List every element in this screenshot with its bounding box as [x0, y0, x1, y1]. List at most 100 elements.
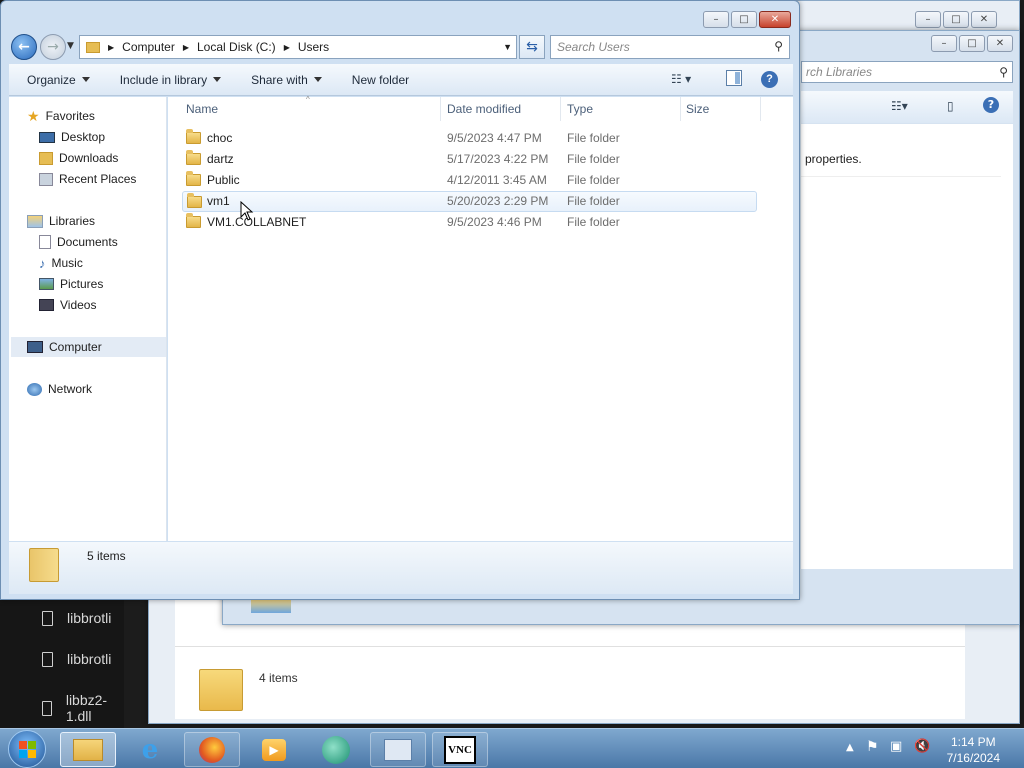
address-dropdown-icon[interactable]: ▼ — [503, 42, 512, 52]
nav-computer[interactable]: Computer — [11, 337, 166, 357]
column-header-name[interactable]: Name — [186, 102, 218, 116]
back-button[interactable]: ← — [11, 34, 37, 60]
table-row[interactable]: Public 4/12/2011 3:45 AM File folder — [182, 170, 757, 191]
media-player-icon: ▶ — [262, 738, 286, 761]
maximize-button[interactable]: □ — [943, 11, 969, 28]
column-header-size[interactable]: Size — [686, 102, 709, 116]
taskbar-ie[interactable]: e — [122, 732, 178, 767]
minimize-button[interactable]: – — [931, 35, 957, 52]
help-icon[interactable]: ? — [983, 97, 999, 113]
table-row-hover[interactable]: vm1 5/20/2023 2:29 PM File folder — [182, 191, 757, 212]
nav-downloads[interactable]: Downloads — [39, 148, 118, 168]
nav-music[interactable]: ♪ Music — [39, 253, 83, 273]
mouse-cursor-icon — [240, 201, 254, 221]
help-icon[interactable]: ? — [761, 71, 778, 88]
navigation-pane: ★ Favorites Desktop Downloads Recent Plac… — [9, 97, 167, 541]
list-item[interactable]: libbrotli — [42, 651, 111, 667]
command-bar: Organize Include in library Share with N… — [9, 64, 793, 96]
list-item[interactable]: libbrotli — [42, 610, 111, 626]
column-divider[interactable] — [760, 97, 761, 121]
sort-indicator-icon: ^ — [306, 95, 310, 104]
recent-places-icon — [39, 172, 53, 186]
search-input[interactable]: rch Libraries ⚲ — [801, 61, 1013, 83]
address-bar[interactable]: ▶ Computer ▶ Local Disk (C:) ▶ Users ▼ — [79, 35, 517, 59]
breadcrumb-computer[interactable]: Computer — [122, 40, 175, 54]
folder-icon — [186, 129, 201, 144]
star-icon: ★ — [27, 107, 40, 124]
nav-videos[interactable]: Videos — [39, 295, 96, 315]
taskbar-media-player[interactable]: ▶ — [246, 732, 302, 767]
start-button[interactable] — [8, 730, 46, 768]
preview-pane-icon[interactable]: ▯ — [947, 99, 954, 113]
search-icon: ⚲ — [999, 65, 1008, 79]
windows-logo-icon — [19, 741, 27, 749]
close-button[interactable]: ✕ — [987, 35, 1013, 52]
control-panel-icon — [384, 738, 412, 761]
new-folder-button[interactable]: New folder — [352, 73, 409, 87]
column-divider[interactable] — [560, 97, 561, 121]
library-icon — [251, 599, 291, 613]
column-divider[interactable] — [440, 97, 441, 121]
chevron-right-icon[interactable]: ▶ — [108, 43, 114, 52]
nav-libraries[interactable]: Libraries — [27, 211, 95, 231]
taskbar-control-panel[interactable] — [370, 732, 426, 767]
taskbar-explorer[interactable] — [60, 732, 116, 767]
table-row[interactable]: choc 9/5/2023 4:47 PM File folder — [182, 128, 757, 149]
status-text: 4 items — [259, 671, 298, 685]
nav-documents[interactable]: Documents — [39, 232, 118, 252]
table-row[interactable]: VM1.COLLABNET 9/5/2023 4:46 PM File folder — [182, 212, 757, 233]
nav-desktop[interactable]: Desktop — [39, 127, 105, 147]
clock[interactable]: 1:14 PM 7/16/2024 — [947, 734, 1000, 766]
table-row[interactable]: dartz 5/17/2023 4:22 PM File folder — [182, 149, 757, 170]
close-button[interactable]: ✕ — [759, 11, 791, 28]
recent-pages-dropdown-icon[interactable]: ▼ — [67, 41, 74, 51]
column-header-type[interactable]: Type — [567, 102, 593, 116]
forward-button[interactable]: → — [40, 34, 66, 60]
maximize-button[interactable]: □ — [959, 35, 985, 52]
folder-icon — [86, 41, 100, 53]
breadcrumb-local-disk[interactable]: Local Disk (C:) — [197, 40, 276, 54]
nav-pictures[interactable]: Pictures — [39, 274, 103, 294]
breadcrumb-users[interactable]: Users — [298, 40, 329, 54]
column-header-date[interactable]: Date modified — [447, 102, 521, 116]
preview-pane-icon[interactable] — [726, 70, 742, 86]
vnc-icon: VNC — [444, 735, 476, 764]
minimize-button[interactable]: – — [915, 11, 941, 28]
column-divider[interactable] — [680, 97, 681, 121]
nav-network[interactable]: Network — [27, 379, 92, 399]
file-icon — [42, 700, 52, 716]
search-icon: ⚲ — [774, 39, 783, 53]
include-in-library-button[interactable]: Include in library — [120, 73, 221, 87]
file-icon — [42, 610, 53, 626]
folder-icon — [29, 548, 59, 582]
volume-muted-icon[interactable]: 🔇 — [914, 739, 930, 754]
view-options-icon[interactable]: ☷ ▾ — [671, 72, 691, 86]
taskbar-firefox[interactable] — [184, 732, 240, 767]
documents-icon — [39, 235, 51, 249]
chevron-right-icon[interactable]: ▶ — [183, 43, 189, 52]
taskbar-vnc[interactable]: VNC — [432, 732, 488, 767]
search-input[interactable]: Search Users ⚲ — [550, 35, 790, 59]
divider — [801, 176, 1001, 177]
maximize-button[interactable]: □ — [731, 11, 757, 28]
view-options-icon[interactable]: ☷▾ — [891, 99, 908, 113]
chevron-right-icon[interactable]: ▶ — [284, 43, 290, 52]
firefox-icon — [199, 736, 225, 763]
refresh-icon[interactable]: ⇆ — [519, 35, 545, 59]
nav-recent-places[interactable]: Recent Places — [39, 169, 136, 189]
network-tray-icon[interactable]: ▣ — [890, 739, 902, 754]
nav-favorites[interactable]: ★ Favorites — [27, 106, 95, 126]
close-button[interactable]: ✕ — [971, 11, 997, 28]
minimize-button[interactable]: – — [703, 11, 729, 28]
taskbar-app[interactable] — [308, 732, 364, 767]
folder-icon — [73, 738, 103, 761]
music-icon: ♪ — [39, 255, 46, 271]
list-item[interactable]: libbz2-1.dll — [42, 692, 124, 724]
content-area: properties. — [801, 124, 1013, 569]
share-with-button[interactable]: Share with — [251, 73, 322, 87]
libraries-icon — [27, 214, 43, 228]
flag-icon[interactable]: ⚑ — [866, 739, 879, 755]
show-hidden-icons[interactable]: ▲ — [846, 742, 854, 753]
organize-button[interactable]: Organize — [27, 73, 90, 87]
downloads-icon — [39, 151, 53, 165]
